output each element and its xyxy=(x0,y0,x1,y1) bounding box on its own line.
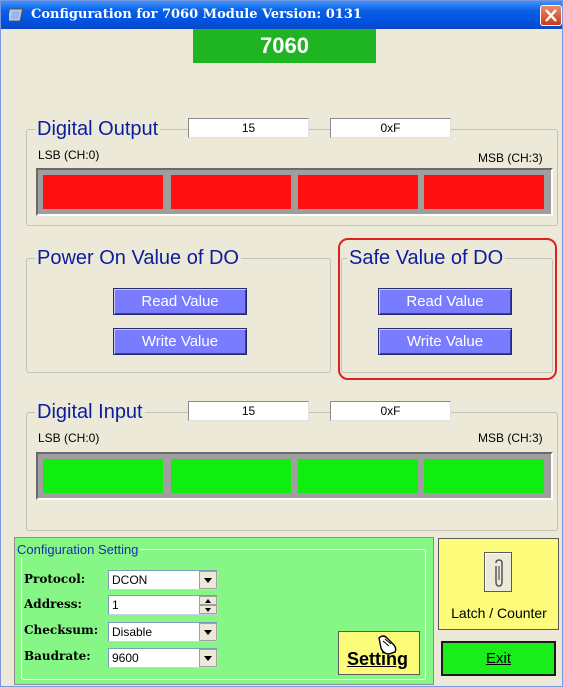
close-button[interactable] xyxy=(540,5,562,26)
arrow-down-icon xyxy=(205,608,211,612)
do-channel-2[interactable] xyxy=(298,175,418,209)
di-decimal-value: 15 xyxy=(188,401,309,421)
exit-button[interactable]: Exit xyxy=(441,641,556,676)
power-on-write-button[interactable]: Write Value xyxy=(113,328,247,355)
baudrate-dropdown-button[interactable] xyxy=(199,649,217,667)
di-channel-3 xyxy=(424,459,544,493)
config-title: Configuration Setting xyxy=(15,542,141,557)
module-badge: 7060 xyxy=(193,29,376,63)
di-hex-value: 0xF xyxy=(330,401,451,421)
setting-label: Setting xyxy=(347,649,408,669)
power-on-read-button[interactable]: Read Value xyxy=(113,288,247,315)
exit-label: Exit xyxy=(485,650,511,667)
checksum-dropdown-button[interactable] xyxy=(199,623,217,641)
power-on-group xyxy=(26,258,331,373)
di-channel-2 xyxy=(298,459,418,493)
digital-input-title: Digital Input xyxy=(35,401,145,423)
arrow-up-icon xyxy=(205,599,211,603)
di-channel-1 xyxy=(171,459,291,493)
protocol-label: Protocol: xyxy=(24,572,86,586)
latch-counter-button[interactable]: Latch / Counter xyxy=(438,538,559,630)
address-label: Address: xyxy=(24,597,82,611)
do-channel-strip xyxy=(36,168,553,216)
baudrate-label: Baudrate: xyxy=(24,649,91,663)
di-channel-strip xyxy=(36,452,553,500)
chevron-down-icon xyxy=(204,656,212,661)
digital-output-title: Digital Output xyxy=(35,118,161,140)
do-channel-0[interactable] xyxy=(43,175,163,209)
do-lsb-label: LSB (CH:0) xyxy=(38,148,100,162)
latch-counter-label: Latch / Counter xyxy=(451,605,547,621)
clip-box xyxy=(484,552,512,592)
safe-value-highlight xyxy=(338,238,557,380)
do-msb-label: MSB (CH:3) xyxy=(478,151,543,165)
app-icon xyxy=(6,7,25,23)
do-decimal-value: 15 xyxy=(188,118,309,138)
chevron-down-icon xyxy=(204,630,212,635)
close-icon xyxy=(545,9,557,22)
protocol-dropdown-button[interactable] xyxy=(199,571,217,589)
power-on-title: Power On Value of DO xyxy=(35,247,241,269)
paperclip-icon xyxy=(495,559,503,587)
di-lsb-label: LSB (CH:0) xyxy=(38,431,100,445)
di-channel-0 xyxy=(43,459,163,493)
di-msb-label: MSB (CH:3) xyxy=(478,431,543,445)
setting-button[interactable]: Setting xyxy=(338,631,420,675)
config-window: Configuration for 7060 Module Version: 0… xyxy=(0,0,563,687)
window-title: Configuration for 7060 Module Version: 0… xyxy=(31,7,362,22)
do-channel-1[interactable] xyxy=(171,175,291,209)
address-spin-down[interactable] xyxy=(199,605,217,614)
checksum-label: Checksum: xyxy=(24,623,99,637)
title-bar[interactable]: Configuration for 7060 Module Version: 0… xyxy=(1,1,562,29)
do-channel-3[interactable] xyxy=(424,175,544,209)
address-spin-up[interactable] xyxy=(199,596,217,605)
chevron-down-icon xyxy=(204,578,212,583)
do-hex-value: 0xF xyxy=(330,118,451,138)
